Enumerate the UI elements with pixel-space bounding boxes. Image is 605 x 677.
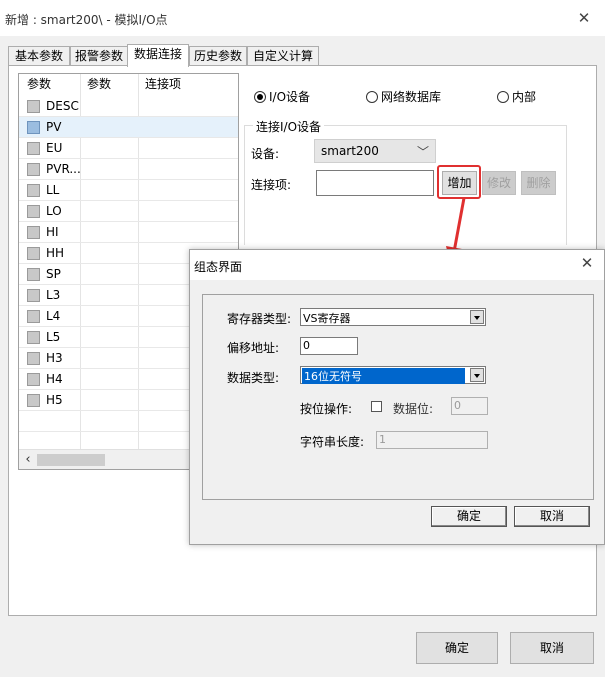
- grid-header-param2[interactable]: 参数: [79, 74, 111, 96]
- row-label: H3: [46, 351, 63, 365]
- radio-internal[interactable]: 内部: [497, 89, 536, 105]
- radio-unchecked-icon: [366, 91, 378, 103]
- register-type-select[interactable]: VS寄存器: [300, 308, 486, 326]
- string-length-input[interactable]: 1: [376, 431, 488, 449]
- highlight-box: [437, 165, 481, 199]
- register-type-label: 寄存器类型:: [227, 312, 292, 326]
- row-label: PVR...: [46, 162, 81, 176]
- radio-label: 网络数据库: [381, 90, 442, 104]
- row-checkbox[interactable]: [27, 331, 40, 344]
- table-row[interactable]: PVR...: [19, 159, 238, 180]
- delete-button[interactable]: 删除: [521, 171, 556, 195]
- row-label: L3: [46, 288, 61, 302]
- dialog-client: 寄存器类型: VS寄存器 偏移地址: 0 数据类型: 16位无符号 按位操作: …: [190, 280, 604, 544]
- device-combobox[interactable]: smart200 ﹀: [314, 139, 436, 163]
- device-value: smart200: [321, 144, 379, 158]
- row-checkbox[interactable]: [27, 310, 40, 323]
- offset-label: 偏移地址:: [227, 341, 280, 355]
- tab-data-connection[interactable]: 数据连接: [127, 44, 189, 67]
- chevron-down-icon[interactable]: [470, 310, 484, 324]
- row-checkbox[interactable]: [27, 163, 40, 176]
- row-label: PV: [46, 120, 62, 134]
- row-checkbox[interactable]: [27, 373, 40, 386]
- bit-label: 数据位:: [393, 402, 434, 416]
- grid-header-param[interactable]: 参数: [19, 74, 51, 96]
- row-label: SP: [46, 267, 61, 281]
- register-type-value: VS寄存器: [303, 312, 351, 325]
- connection-item-input[interactable]: [316, 170, 434, 196]
- bit-op-label: 按位操作:: [300, 402, 353, 416]
- modify-button[interactable]: 修改: [482, 171, 516, 195]
- table-row[interactable]: LO: [19, 201, 238, 222]
- table-row[interactable]: LL: [19, 180, 238, 201]
- row-label: H4: [46, 372, 63, 386]
- cancel-button[interactable]: 取消: [510, 632, 594, 664]
- config-dialog: 组态界面 ✕ 寄存器类型: VS寄存器 偏移地址: 0 数据类型: 16位无符号…: [189, 249, 605, 545]
- string-length-label: 字符串长度:: [300, 435, 365, 449]
- ok-button[interactable]: 确定: [416, 632, 498, 664]
- row-checkbox[interactable]: [27, 394, 40, 407]
- dialog-title: 组态界面: [194, 260, 243, 274]
- chevron-left-icon[interactable]: ‹: [21, 452, 35, 467]
- data-type-select[interactable]: 16位无符号: [300, 366, 486, 384]
- tab-basic-params[interactable]: 基本参数: [8, 46, 70, 66]
- table-row[interactable]: DESC: [19, 96, 238, 117]
- radio-unchecked-icon: [497, 91, 509, 103]
- row-checkbox[interactable]: [27, 142, 40, 155]
- row-checkbox[interactable]: [27, 121, 40, 134]
- chevron-down-icon[interactable]: [470, 368, 484, 382]
- row-label: HH: [46, 246, 65, 260]
- table-row[interactable]: PV: [19, 117, 238, 138]
- offset-input[interactable]: 0: [300, 337, 358, 355]
- row-label: H5: [46, 393, 63, 407]
- dialog-ok-button[interactable]: 确定: [431, 506, 507, 527]
- row-label: EU: [46, 141, 63, 155]
- radio-checked-icon: [254, 91, 266, 103]
- bit-input[interactable]: 0: [451, 397, 488, 415]
- close-icon[interactable]: ✕: [578, 254, 596, 272]
- table-row[interactable]: HI: [19, 222, 238, 243]
- row-checkbox[interactable]: [27, 100, 40, 113]
- radio-io-device[interactable]: I/O设备: [254, 89, 310, 105]
- window-titlebar: 新增 : smart200\ - 模拟I/O点 ✕: [0, 0, 605, 36]
- scrollbar-thumb[interactable]: [37, 454, 105, 466]
- radio-network-db[interactable]: 网络数据库: [366, 89, 441, 105]
- row-checkbox[interactable]: [27, 289, 40, 302]
- close-icon[interactable]: ✕: [576, 10, 592, 26]
- row-checkbox[interactable]: [27, 352, 40, 365]
- tab-custom-calc[interactable]: 自定义计算: [247, 46, 319, 66]
- row-checkbox[interactable]: [27, 205, 40, 218]
- row-checkbox[interactable]: [27, 226, 40, 239]
- row-label: LL: [46, 183, 60, 197]
- table-row[interactable]: EU: [19, 138, 238, 159]
- row-checkbox[interactable]: [27, 268, 40, 281]
- row-label: DESC: [46, 99, 79, 113]
- row-label: L4: [46, 309, 61, 323]
- grid-header: 参数 参数 连接项: [19, 74, 238, 96]
- tab-alarm-params[interactable]: 报警参数: [70, 46, 128, 66]
- dialog-cancel-button[interactable]: 取消: [514, 506, 590, 527]
- data-type-value: 16位无符号: [302, 368, 465, 384]
- grid-header-connection[interactable]: 连接项: [137, 74, 181, 96]
- row-label: L5: [46, 330, 61, 344]
- radio-label: I/O设备: [269, 90, 311, 104]
- device-label: 设备:: [251, 147, 280, 161]
- bit-op-checkbox[interactable]: [371, 401, 382, 412]
- data-type-label: 数据类型:: [227, 371, 280, 385]
- connection-item-label: 连接项:: [251, 178, 292, 192]
- radio-label: 内部: [512, 90, 537, 104]
- row-label: LO: [46, 204, 62, 218]
- row-checkbox[interactable]: [27, 184, 40, 197]
- tab-history-params[interactable]: 历史参数: [189, 46, 247, 66]
- window-title: 新增 : smart200\ - 模拟I/O点: [5, 13, 168, 27]
- row-checkbox[interactable]: [27, 247, 40, 260]
- row-label: HI: [46, 225, 59, 239]
- chevron-down-icon: ﹀: [416, 145, 429, 159]
- groupbox-title: 连接I/O设备: [253, 118, 325, 135]
